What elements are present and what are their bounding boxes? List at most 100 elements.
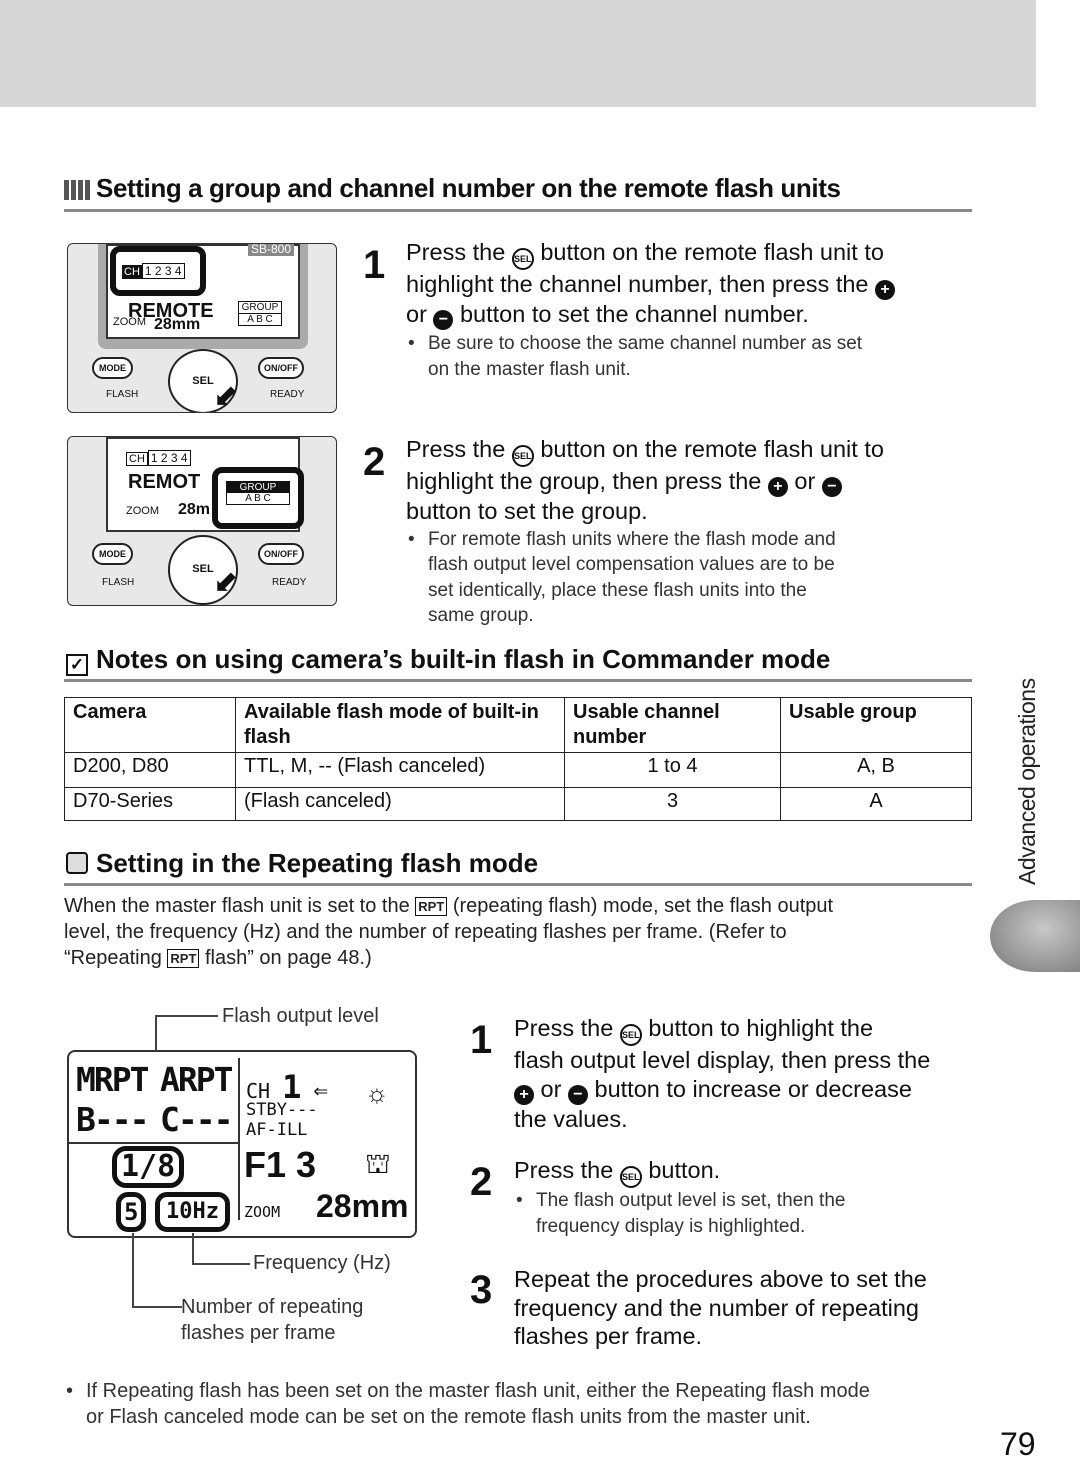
mode-text: REMOT [128,471,201,493]
onoff-button: ON/OFF [258,357,304,379]
flash-unit-illustration-channel: SB-800 REMOTE ZOOM 28mm GROUP A B C CH 1 … [67,243,337,413]
channels-text: 1 2 3 4 [147,450,191,466]
callout-flash-count: Number of repeating flashes per frame [181,1294,363,1346]
divider [64,679,972,682]
lcd-zoom-label: ZOOM [244,1203,281,1221]
zoom-label: ZOOM [126,505,159,517]
step-number: 2 [363,440,386,484]
mode-button: MODE [92,357,133,379]
text: or [794,468,816,494]
group-label: GROUP [227,482,289,493]
step-number: 1 [363,243,386,287]
text: or [540,1075,562,1102]
checkmark-note-icon: ✓ [66,654,88,676]
section-title-repeating: Setting in the Repeating flash mode [66,848,538,879]
flash-label: FLASH [102,577,135,588]
text: Press the [406,239,506,265]
text: frequency and the number of repeating [514,1294,919,1321]
table-row: D70-Series (Flash canceled) 3 A [64,787,972,821]
flash-label: FLASH [106,389,139,400]
note: set identically, place these flash units… [428,579,807,601]
note: The flash output level is set, then the [536,1190,846,1211]
text: Press the [514,1015,614,1041]
minus-button-icon: − [821,477,842,497]
text: or Flash canceled mode can be set on the… [86,1406,811,1428]
text: button to increase or decrease [594,1075,912,1102]
bars-icon [64,180,90,201]
minus-button-icon: − [567,1084,588,1105]
tip-icon [66,852,88,874]
title-text: Setting a group and channel number on th… [96,173,841,203]
lcd-focal: 28mm [316,1188,409,1224]
side-tab-marker [990,900,1080,972]
cell: A, B [780,752,972,788]
ready-label: READY [272,577,307,588]
cell: D200, D80 [64,752,236,788]
text: the values. [514,1105,628,1132]
plus-button-icon: + [767,477,788,497]
groups-text: A B C [245,493,271,504]
header-band [0,0,1036,107]
text: level, the frequency (Hz) and the number… [64,921,787,943]
ready-lamp-icon: ☼ [365,1078,389,1108]
note: Be sure to choose the same channel numbe… [428,333,863,354]
bounce-camera-icon: ⛫ [365,1148,391,1179]
mode-button: MODE [92,543,133,565]
note: frequency display is highlighted. [536,1215,806,1237]
cell: D70-Series [64,787,236,821]
text: highlight the channel number, then press… [406,271,869,297]
text: “Repeating [64,947,162,969]
flash-unit-illustration-group: CH 1 2 3 4 REMOT ZOOM 28m GROUP A B C MOD… [67,436,337,606]
text: flashes per frame [181,1322,336,1344]
cell: 1 to 4 [564,752,781,788]
text: button to set the channel number. [459,301,809,327]
lcd-output-level: 1/8 [112,1146,185,1188]
lcd-group-b: B--- [76,1100,149,1139]
text: button to set the group. [406,498,648,524]
ch-label: CH [126,452,148,466]
lcd-status: STBY--- AF-ILL [246,1100,318,1140]
channels-text: 1 2 3 4 [141,263,185,279]
text: or [406,301,427,327]
lcd-flash-count: 5 [116,1192,147,1232]
title-text: Notes on using camera’s built-in flash i… [96,644,831,674]
text: If Repeating flash has been set on the m… [86,1380,870,1402]
text: button on the remote flash unit to [540,436,884,462]
text: When the master flash unit is set to the [64,895,410,917]
rpt-icon: RPT [167,949,200,968]
sel-button-icon: SEL [511,248,534,270]
step-1-channel: Press the SEL button on the remote flash… [406,238,972,382]
column-header: Available flash mode of built-in flash [235,697,565,753]
commander-table: Camera Available flash mode of built-in … [64,697,972,821]
text: button to highlight the [648,1015,874,1041]
note: flash output level compensation values a… [428,554,835,575]
note: on the master flash unit. [428,358,631,380]
lcd-arpt: ARPT [160,1060,233,1099]
section-title-commander-notes: ✓ Notes on using camera’s built-in flash … [66,644,830,676]
zoom-label: ZOOM [113,316,146,328]
repeating-step-1: Press the SEL button to highlight the fl… [514,1014,974,1133]
text: Repeat the procedures above to set the [514,1266,927,1292]
sel-button-icon: SEL [619,1024,642,1046]
step-2-group: Press the SEL button on the remote flash… [406,435,972,629]
lcd-fnumber: F1 3 [244,1144,317,1185]
footnote: If Repeating flash has been set on the m… [64,1378,984,1430]
repeating-lcd-diagram: Flash output level MRPT ARPT B--- C--- 1… [60,1000,430,1350]
column-header: Usable group [780,697,972,753]
text: button on the remote flash unit to [540,239,884,265]
repeating-step-3: Repeat the procedures above to set the f… [514,1265,984,1351]
divider [64,883,972,886]
cell: A [780,787,972,821]
plus-button-icon: + [875,280,896,300]
text: flashes per frame. [514,1323,703,1349]
page-number: 79 [1000,1426,1036,1462]
sel-button-icon: SEL [511,445,534,467]
note: For remote flash units where the flash m… [428,528,836,550]
lcd-group-c: C--- [160,1100,233,1139]
step-number: 2 [470,1160,493,1204]
sel-button-icon: SEL [619,1166,642,1188]
focal-text: 28mm [154,316,201,333]
side-tab-label: Advanced operations [1014,678,1040,885]
rpt-icon: RPT [415,897,448,916]
note: same group. [428,605,534,626]
